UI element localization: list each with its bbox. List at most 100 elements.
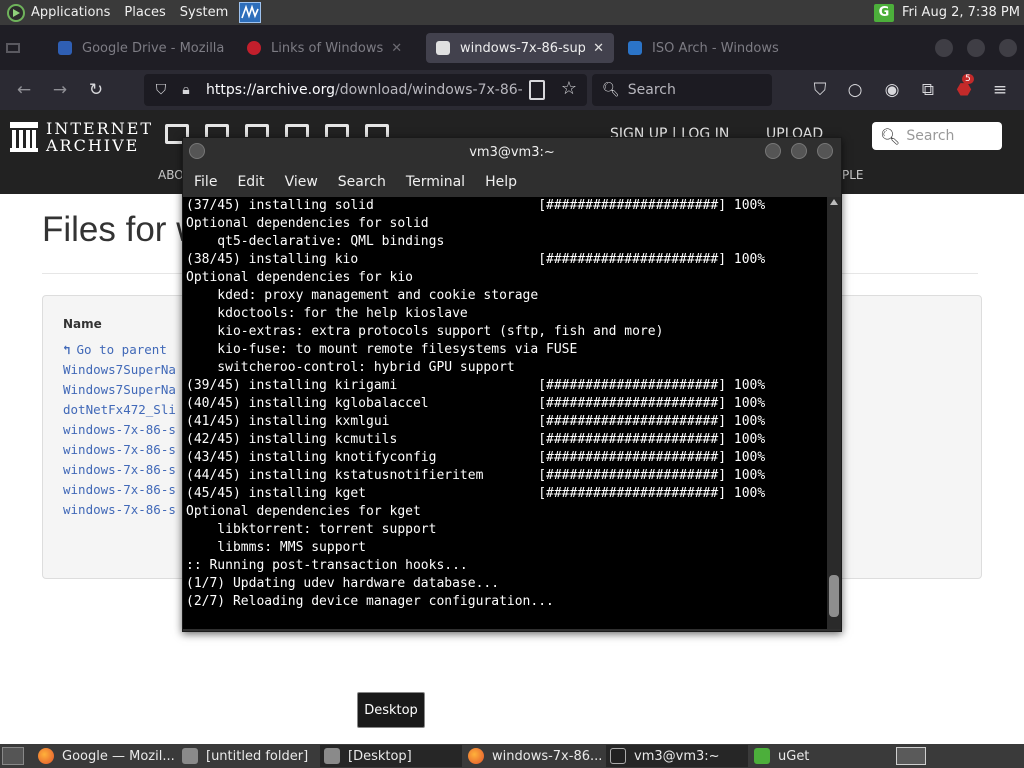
taskbar-item-desktop[interactable]: [Desktop]	[320, 745, 462, 767]
file-link[interactable]: Windows7SuperNa	[63, 380, 183, 400]
tab-overflow-button[interactable]	[0, 33, 26, 63]
url-path: /download/windows-7x-86-sup	[334, 82, 522, 98]
system-menu[interactable]: System	[173, 0, 235, 25]
about-link[interactable]: ABO	[158, 168, 184, 182]
terminal-line: (40/45) installing kglobalaccel [#######…	[186, 396, 766, 411]
name-column-header[interactable]: Name	[63, 317, 102, 331]
terminal-line: (38/45) installing kio [################…	[186, 252, 766, 267]
terminal-line: qt5-declarative: QML bindings	[186, 234, 445, 249]
folder-icon	[324, 748, 340, 764]
terminal-line: (1/7) Updating udev hardware database...	[186, 576, 500, 591]
url-host: https://archive.org	[206, 82, 335, 98]
close-window-icon[interactable]	[999, 39, 1017, 57]
folder-icon	[182, 748, 198, 764]
menu-view[interactable]: View	[285, 174, 318, 190]
reader-view-icon[interactable]	[529, 80, 545, 100]
people-link[interactable]: PLE	[842, 168, 864, 182]
search-bar[interactable]: 🔍︎ Search	[592, 74, 772, 106]
sync-circle-icon[interactable]: ○	[845, 80, 865, 100]
maximize-window-icon[interactable]	[967, 39, 985, 57]
tab-label: Links of Windows	[271, 40, 384, 56]
reload-icon[interactable]: ↻	[86, 80, 106, 100]
extensions-icon[interactable]: ⧉	[918, 80, 938, 100]
terminal-output[interactable]: (37/45) installing solid [##############…	[183, 197, 827, 629]
parent-directory-link[interactable]: ↰ Go to parent	[63, 340, 183, 360]
terminal-line: libmms: MMS support	[186, 540, 367, 555]
search-icon: 🔍︎	[602, 82, 620, 98]
terminal-line: (42/45) installing kcmutils [###########…	[186, 432, 766, 447]
system-monitor-icon[interactable]	[239, 2, 262, 23]
logo-wordmark: INTERNET ARCHIVE	[46, 120, 153, 154]
url-text[interactable]: https://archive.org/download/windows-7x-…	[206, 82, 522, 98]
menu-terminal[interactable]: Terminal	[406, 174, 465, 190]
tab-2[interactable]: Links of Windows ✕	[237, 33, 417, 63]
url-bar[interactable]: ⛉ 🔒︎ https://archive.org/download/window…	[144, 74, 587, 106]
minimize-icon[interactable]	[765, 143, 781, 159]
taskbar-label: windows-7x-86...	[492, 748, 603, 764]
browser-tab-strip: Google Drive - Mozilla Links of Windows …	[0, 25, 1024, 70]
parent-link-label: Go to parent	[76, 342, 167, 357]
terminal-line: kio-fuse: to mount remote filesystems vi…	[186, 342, 578, 357]
uget-tray-icon[interactable]: G	[873, 3, 894, 22]
bookmark-star-icon[interactable]: ☆	[561, 78, 577, 99]
menu-edit[interactable]: Edit	[237, 174, 264, 190]
terminal-line: (41/45) installing kxmlgui [############…	[186, 414, 766, 429]
taskbar-item-untitled-folder[interactable]: [untitled folder]	[178, 745, 316, 767]
taskbar-item-terminal[interactable]: vm3@vm3:~	[606, 745, 748, 767]
firefox-icon	[38, 748, 54, 764]
internet-archive-logo[interactable]: INTERNET ARCHIVE	[10, 120, 153, 154]
close-icon[interactable]: ✕	[391, 41, 402, 56]
archive-search-input[interactable]: 🔍︎ Search	[872, 122, 1002, 150]
terminal-scrollbar[interactable]	[827, 197, 841, 629]
scroll-up-arrow-icon[interactable]	[830, 199, 838, 205]
file-link[interactable]: windows-7x-86-s	[63, 460, 183, 480]
file-link[interactable]: windows-7x-86-s	[63, 420, 183, 440]
tab-1[interactable]: Google Drive - Mozilla	[48, 33, 228, 63]
minimize-window-icon[interactable]	[935, 39, 953, 57]
window-menu-icon[interactable]	[189, 143, 205, 159]
terminal-line: (45/45) installing kget [###############…	[186, 486, 766, 501]
terminal-line: (37/45) installing solid [##############…	[186, 198, 766, 213]
maximize-icon[interactable]	[791, 143, 807, 159]
taskbar-item-google-firefox[interactable]: Google — Mozil...	[34, 745, 174, 767]
tab-label: ISO Arch - Windows	[652, 40, 779, 56]
tracking-shield-icon[interactable]: ⛉	[152, 82, 170, 98]
menu-help[interactable]: Help	[485, 174, 517, 190]
clock[interactable]: Fri Aug 2, 7:38 PM	[902, 5, 1024, 20]
file-link[interactable]: windows-7x-86-s	[63, 500, 183, 520]
lock-icon[interactable]: 🔒︎	[178, 82, 194, 98]
tab-4[interactable]: ISO Arch - Windows	[618, 33, 788, 63]
menu-file[interactable]: File	[194, 174, 217, 190]
account-icon[interactable]: ◉	[882, 80, 902, 100]
terminal-line: (39/45) installing kirigami [###########…	[186, 378, 766, 393]
taskbar-item-windows-firefox[interactable]: windows-7x-86...	[464, 745, 604, 767]
show-desktop-button[interactable]	[2, 747, 24, 765]
terminal-titlebar[interactable]: vm3@vm3:~	[183, 138, 841, 166]
taskbar-label: [untitled folder]	[206, 748, 309, 764]
file-link[interactable]: Windows7SuperNa	[63, 360, 183, 380]
file-list: ↰ Go to parent Windows7SuperNa Windows7Su…	[63, 340, 183, 520]
system-label: System	[179, 5, 229, 20]
terminal-line: (43/45) installing knotifyconfig [######…	[186, 450, 766, 465]
file-link[interactable]: windows-7x-86-s	[63, 480, 183, 500]
workspace-switcher[interactable]	[896, 747, 926, 765]
terminal-title: vm3@vm3:~	[469, 144, 555, 160]
close-icon[interactable]	[817, 143, 833, 159]
hamburger-menu-icon[interactable]: ≡	[990, 80, 1010, 100]
back-icon[interactable]: ←	[14, 80, 34, 100]
close-tab-icon[interactable]: ✕	[593, 41, 604, 56]
pocket-icon[interactable]: ⛉	[810, 80, 830, 100]
file-link[interactable]: dotNetFx472_Sli	[63, 400, 183, 420]
archive-temple-icon	[10, 122, 38, 152]
forward-icon[interactable]: →	[50, 80, 70, 100]
places-menu[interactable]: Places	[117, 0, 172, 25]
applications-menu[interactable]: Applications	[0, 0, 117, 25]
up-arrow-icon: ↰	[63, 342, 71, 357]
menu-search[interactable]: Search	[338, 174, 386, 190]
scrollbar-thumb[interactable]	[829, 575, 839, 617]
tab-3-active[interactable]: windows-7x-86-super ✕	[426, 33, 614, 63]
mastodon-icon	[58, 41, 72, 55]
terminal-line: kded: proxy management and cookie storag…	[186, 288, 539, 303]
file-link[interactable]: windows-7x-86-s	[63, 440, 183, 460]
taskbar-item-uget[interactable]: uGet	[750, 745, 890, 767]
